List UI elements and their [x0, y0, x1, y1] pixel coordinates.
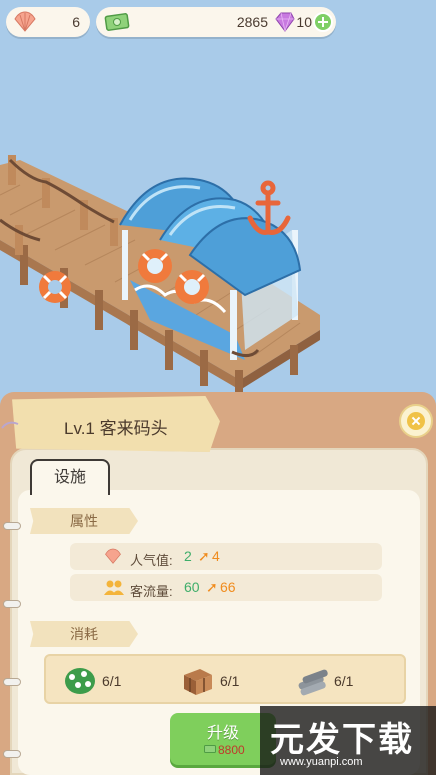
gem-count: 10: [296, 14, 312, 30]
customer-flow-row: 客流量: 60 ➚ 66: [70, 574, 382, 601]
cash-icon: [104, 13, 130, 31]
close-icon: [407, 412, 425, 430]
cost-value: 6/1: [220, 673, 240, 689]
tree-bush-icon: [65, 668, 95, 694]
facility-title: Lv.1 客来码头: [64, 419, 168, 438]
people-icon: [104, 580, 124, 595]
bookmark-string-icon: [1, 421, 19, 429]
increase-arrow-icon: ➚: [206, 579, 218, 595]
gem-icon: [275, 12, 295, 32]
binder-ring: [3, 600, 21, 608]
cost-item: 6/1: [294, 665, 353, 697]
upgrade-cost: 8800: [218, 743, 245, 757]
tab-facility[interactable]: 设施: [30, 459, 110, 495]
watermark-logo-text: 元发下载: [270, 721, 414, 759]
flow-label: 客流量:: [130, 584, 173, 599]
cost-item: 6/1: [62, 665, 121, 697]
binder-ring: [3, 522, 21, 530]
site-watermark: 元发下载 www.yuanpi.com: [260, 706, 436, 775]
shell-counter: 6: [6, 7, 90, 37]
flow-current: 60: [184, 579, 200, 595]
popularity-current: 2: [184, 548, 192, 564]
cost-value: 6/1: [334, 673, 354, 689]
dock-scene[interactable]: [0, 40, 436, 400]
cost-value: 6/1: [102, 673, 122, 689]
cash-gem-counter: 2865 10: [96, 7, 336, 37]
steel-pipe-icon: [298, 669, 328, 696]
popularity-label: 人气值:: [130, 553, 173, 568]
watermark-url: www.yuanpi.com: [280, 756, 363, 768]
binder-ring: [3, 750, 21, 758]
binder-ring: [3, 678, 21, 686]
cost-list: 6/1 6/1 6/1: [44, 654, 406, 704]
popularity-row: 人气值: 2 ➚ 4: [70, 543, 382, 570]
dock-illustration: [0, 155, 320, 394]
add-gems-button[interactable]: [313, 12, 333, 32]
attributes-header: 属性: [30, 508, 138, 534]
close-button[interactable]: [399, 404, 433, 438]
cash-icon: [204, 745, 216, 753]
cash-count: 2865: [236, 14, 268, 30]
shell-icon: [14, 11, 36, 32]
shell-icon: [105, 548, 121, 564]
flow-next: 66: [220, 579, 236, 595]
increase-arrow-icon: ➚: [198, 548, 210, 564]
shell-count: 6: [72, 14, 80, 30]
wood-crate-icon: [184, 669, 212, 695]
cost-header: 消耗: [30, 621, 138, 647]
cost-item: 6/1: [180, 665, 239, 697]
popularity-next: 4: [212, 548, 220, 564]
